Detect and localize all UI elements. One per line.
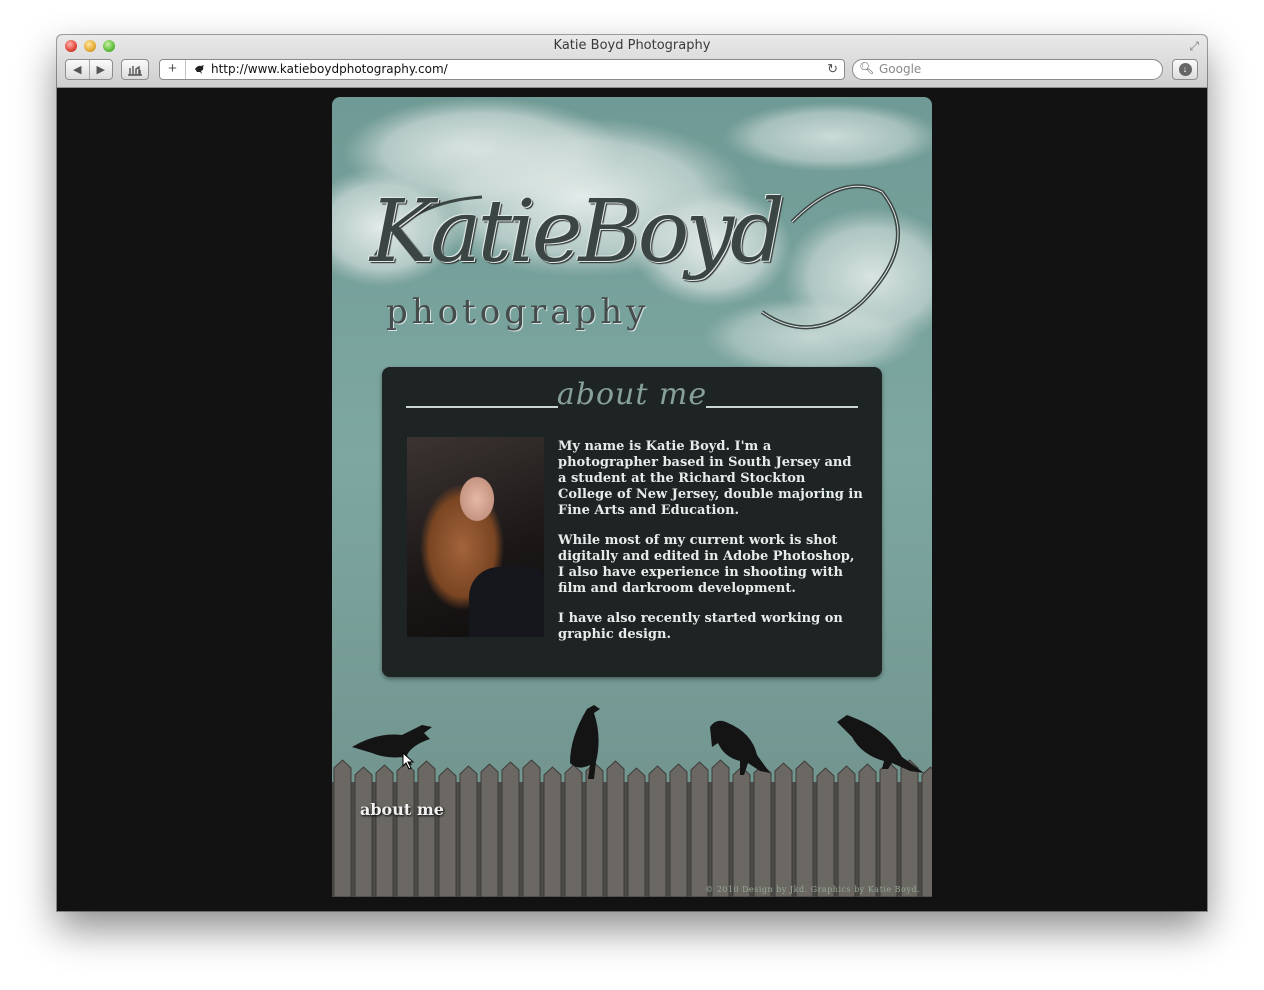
logo-tagline: photography <box>386 292 650 332</box>
url-text: http://www.katieboydphotography.com/ <box>211 62 448 76</box>
bio-paragraph: While most of my current work is shot di… <box>558 533 855 596</box>
title-rule-right <box>706 406 858 408</box>
address-bar[interactable]: + http://www.katieboydphotography.com/ ↻ <box>159 59 845 80</box>
bio-paragraph: My name is Katie Boyd. I'm a photographe… <box>558 439 863 518</box>
crow-icon <box>570 705 600 779</box>
favicon-icon <box>195 65 204 74</box>
bio-paragraph: I have also recently started working on … <box>558 611 843 642</box>
logo-wordmark: KatieBoyd <box>370 182 785 282</box>
browser-toolbar: Katie Boyd Photography ⤢ ◀ ▶ + http://ww… <box>57 35 1207 88</box>
fence-picket <box>627 767 646 897</box>
downloads-button[interactable]: ↓ <box>1172 59 1198 80</box>
search-placeholder: Google <box>879 62 922 76</box>
website-page: KatieBoyd photography about me My name i… <box>332 97 932 897</box>
back-forward-buttons: ◀ ▶ <box>65 59 113 80</box>
fence-picket <box>816 767 835 897</box>
resize-icon[interactable]: ⤢ <box>1189 39 1199 54</box>
fence-picket <box>438 767 457 897</box>
bio-text: My name is Katie Boyd. I'm a photographe… <box>558 439 863 657</box>
about-panel: about me My name is Katie Boyd. I'm a ph… <box>382 367 882 677</box>
nav-about-link[interactable]: about me <box>360 800 444 819</box>
crow-icon <box>837 715 924 773</box>
bookmarks-icon <box>128 65 142 76</box>
new-tab-icon[interactable]: + <box>160 60 186 79</box>
crow-icon <box>710 720 770 775</box>
forward-arrow-icon[interactable]: ▶ <box>90 63 113 76</box>
browser-window: Katie Boyd Photography ⤢ ◀ ▶ + http://ww… <box>57 35 1207 911</box>
back-arrow-icon[interactable]: ◀ <box>66 63 89 76</box>
site-logo[interactable]: KatieBoyd photography <box>362 182 922 352</box>
reload-icon[interactable]: ↻ <box>827 61 838 77</box>
mouse-cursor-icon <box>402 752 415 770</box>
bookmarks-button[interactable] <box>121 59 149 80</box>
portrait-photo <box>407 437 544 637</box>
portrait-shirt <box>469 567 544 637</box>
window-title: Katie Boyd Photography <box>553 38 711 53</box>
search-icon: 🔍︎ <box>859 61 875 75</box>
search-field[interactable]: 🔍︎ Google <box>852 59 1163 80</box>
crows-illustration <box>352 705 924 779</box>
site-footer: © 2010 Design by Jkd. Graphics by Katie … <box>705 885 920 894</box>
download-icon: ↓ <box>1178 63 1192 76</box>
crow-icon <box>352 725 432 765</box>
